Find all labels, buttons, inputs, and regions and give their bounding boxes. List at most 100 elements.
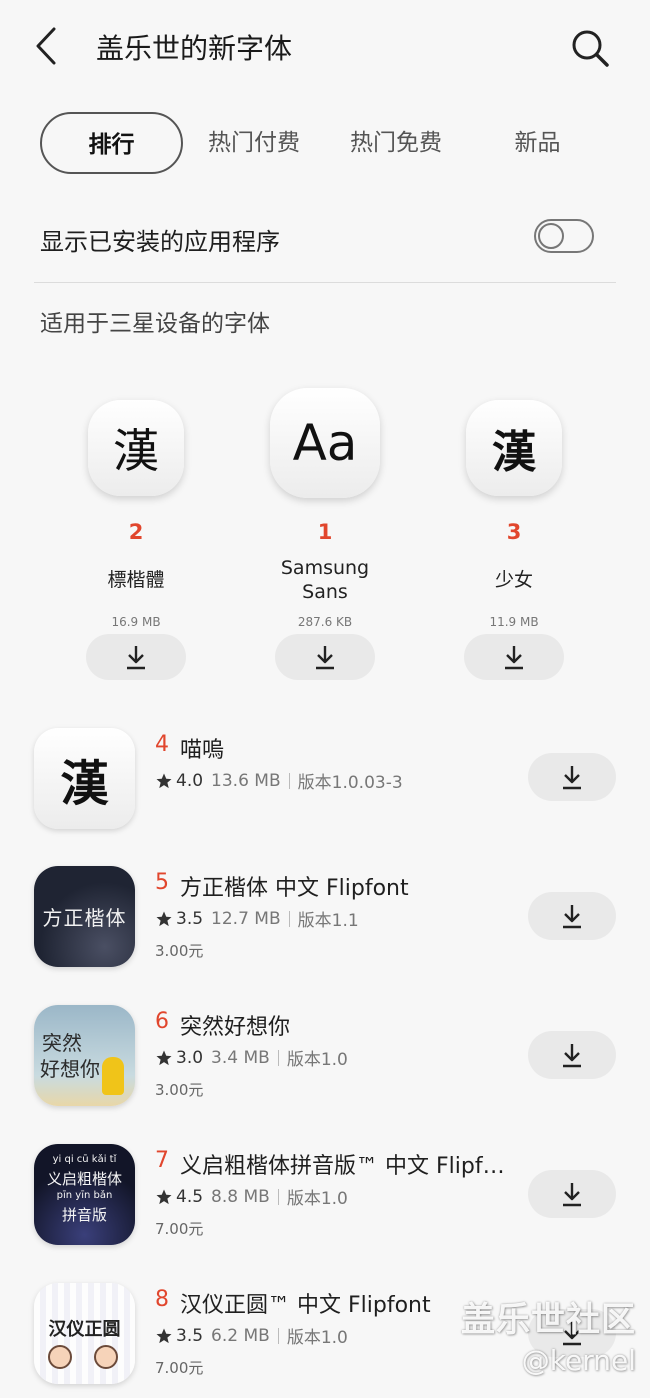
page-title: 盖乐世的新字体	[96, 32, 293, 65]
font-app-icon: 方正楷体	[34, 866, 135, 967]
font-meta: 4.5 8.8 MB 版本1.0	[155, 1184, 348, 1209]
rank-number: 6	[155, 1009, 169, 1034]
icon-label: 方正楷体	[42, 906, 127, 930]
show-installed-row: 显示已安装的应用程序	[40, 210, 600, 264]
version: 版本1.0	[286, 1328, 348, 1348]
download-icon	[563, 766, 581, 790]
download-button[interactable]	[528, 1170, 616, 1218]
rating: 3.5	[176, 908, 204, 929]
font-meta: 3.0 3.4 MB 版本1.0	[155, 1045, 348, 1070]
tab-new[interactable]: 新品	[490, 112, 585, 174]
watermark-title: 盖乐世社区	[461, 1300, 636, 1340]
rating: 3.5	[176, 1325, 204, 1346]
download-button[interactable]	[86, 634, 186, 680]
price: 3.00元	[155, 942, 204, 960]
divider	[34, 282, 616, 283]
font-size: 11.9 MB	[489, 615, 539, 629]
font-size: 16.9 MB	[111, 615, 161, 629]
download-icon	[563, 1183, 581, 1207]
icon-label: 突然	[42, 1031, 82, 1055]
list-item[interactable]: 突然 好想你 6 突然好想你 3.0 3.4 MB 版本1.0 3.00元	[0, 1005, 650, 1125]
version: 版本1.0	[286, 1050, 348, 1070]
list-item[interactable]: 漢 4 喵嗚 4.0 13.6 MB 版本1.0.03-3	[0, 728, 650, 848]
file-size: 13.6 MB	[211, 770, 281, 791]
icon-label: 拼音版	[61, 1206, 107, 1224]
font-name: 標楷體	[107, 569, 165, 591]
download-button[interactable]	[528, 753, 616, 801]
toggle-knob	[538, 223, 564, 249]
icon-label: 义启粗楷体	[46, 1170, 122, 1188]
rank-number: 3	[506, 520, 522, 544]
rating: 3.0	[176, 1047, 204, 1068]
rating: 4.5	[176, 1186, 204, 1207]
star-icon	[156, 773, 172, 788]
font-meta: 3.5 6.2 MB 版本1.0	[155, 1323, 348, 1348]
icon-pinyin: yi qi cū kǎi tǐ	[52, 1154, 117, 1165]
star-icon	[156, 1328, 172, 1343]
tab-top-paid[interactable]: 热门付费	[190, 112, 318, 174]
star-icon	[156, 1189, 172, 1204]
font-app-icon: 漢	[88, 400, 184, 496]
price: 7.00元	[155, 1359, 204, 1377]
file-size: 12.7 MB	[211, 908, 281, 929]
rank-number: 5	[155, 870, 169, 895]
show-installed-toggle[interactable]	[534, 219, 594, 253]
top-font-item[interactable]: Aa 1 Samsung Sans 287.6 KB	[250, 388, 400, 690]
font-name: 突然好想你	[180, 1015, 291, 1040]
font-meta: 4.0 13.6 MB 版本1.0.03-3	[155, 768, 403, 793]
top-font-item[interactable]: 漢 2 標楷體 16.9 MB	[61, 400, 211, 690]
icon-label: 好想你	[40, 1057, 100, 1081]
download-button[interactable]	[464, 634, 564, 680]
font-app-icon: 漢	[466, 400, 562, 496]
font-name: 义启粗楷体拼音版™ 中文 Flipfo...	[180, 1154, 510, 1179]
list-item[interactable]: 方正楷体 5 方正楷体 中文 Flipfont 3.5 12.7 MB 版本1.…	[0, 866, 650, 986]
back-button[interactable]	[30, 26, 66, 66]
font-name: 方正楷体 中文 Flipfont	[180, 876, 409, 901]
download-icon	[563, 905, 581, 929]
top-font-item[interactable]: 漢 3 少女 11.9 MB	[439, 400, 589, 690]
separator	[277, 1049, 279, 1066]
section-title: 适用于三星设备的字体	[40, 311, 270, 337]
price: 7.00元	[155, 1220, 204, 1238]
icon-pinyin: pīn yīn bǎn	[56, 1190, 113, 1201]
separator	[277, 1327, 279, 1344]
version: 版本1.1	[297, 911, 359, 931]
star-icon	[156, 911, 172, 926]
version: 版本1.0	[286, 1189, 348, 1209]
file-size: 3.4 MB	[211, 1047, 270, 1068]
separator	[288, 910, 290, 927]
font-app-icon: 突然 好想你	[34, 1005, 135, 1106]
price: 3.00元	[155, 1081, 204, 1099]
download-icon	[127, 646, 145, 670]
font-name: 喵嗚	[180, 738, 225, 763]
font-name: Samsung Sans	[280, 557, 370, 603]
font-name: 少女	[494, 569, 533, 591]
file-size: 8.8 MB	[211, 1186, 270, 1207]
rank-number: 4	[155, 732, 169, 757]
umbrella-figure	[102, 1057, 124, 1095]
tab-top-free[interactable]: 热门免费	[332, 112, 460, 174]
list-item[interactable]: yi qi cū kǎi tǐ 义启粗楷体 pīn yīn bǎn 拼音版 7 …	[0, 1144, 650, 1264]
show-installed-label: 显示已安装的应用程序	[40, 228, 280, 256]
download-icon	[505, 646, 523, 670]
download-button[interactable]	[528, 1031, 616, 1079]
version: 版本1.0.03-3	[297, 773, 403, 793]
download-button[interactable]	[528, 892, 616, 940]
icon-label: 汉仪正圆	[48, 1319, 121, 1340]
rank-number: 7	[155, 1148, 169, 1173]
category-tabs: 排行 热门付费 热门免费 新品	[40, 112, 620, 174]
search-button[interactable]	[568, 26, 612, 70]
download-button[interactable]	[275, 634, 375, 680]
tab-ranking[interactable]: 排行	[40, 112, 183, 174]
rank-number: 8	[155, 1287, 169, 1312]
separator	[288, 772, 290, 789]
download-icon	[563, 1044, 581, 1068]
avatar-figure	[94, 1345, 118, 1369]
app-header: 盖乐世的新字体	[0, 0, 650, 95]
font-name: 汉仪正圆™ 中文 Flipfont	[180, 1293, 431, 1318]
rating: 4.0	[176, 770, 204, 791]
download-icon	[316, 646, 334, 670]
font-app-icon: yi qi cū kǎi tǐ 义启粗楷体 pīn yīn bǎn 拼音版	[34, 1144, 135, 1245]
file-size: 6.2 MB	[211, 1325, 270, 1346]
rank-number: 2	[128, 520, 144, 544]
